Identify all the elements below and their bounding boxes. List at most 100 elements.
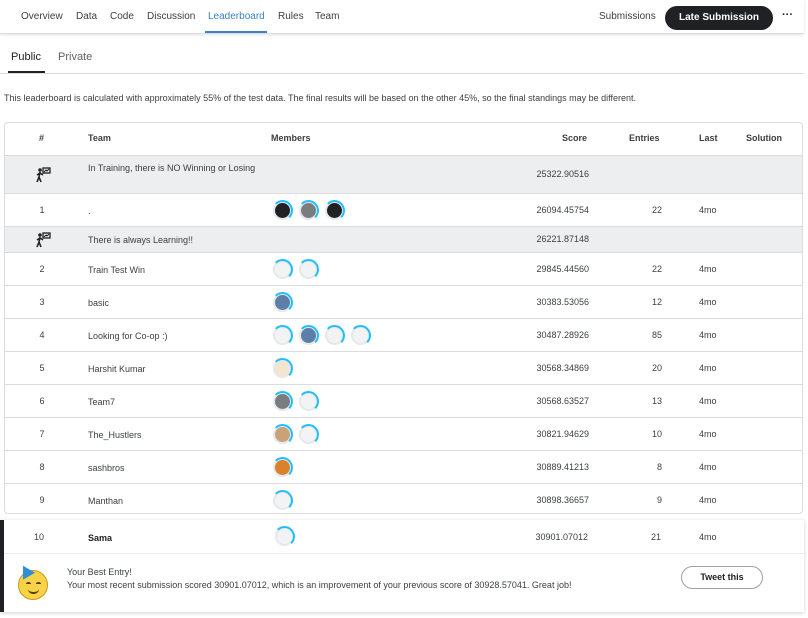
tweet-button[interactable]: Tweet this [681, 566, 763, 589]
score: 30889.41213 [536, 462, 589, 472]
leaderboard-table: # Team Members Score Entries Last Soluti… [4, 122, 803, 514]
benchmark-row[interactable]: In Training, there is NO Winning or Losi… [5, 155, 802, 193]
team-name[interactable]: sashbros [88, 462, 258, 475]
late-submission-button[interactable]: Late Submission [665, 6, 773, 30]
rank: 9 [39, 495, 45, 505]
team-name[interactable]: The_Hustlers [88, 429, 258, 442]
member-avatars [274, 526, 295, 547]
table-row[interactable]: 10 Sama 30901.07012 21 4mo [4, 520, 804, 553]
team-name[interactable]: Train Test Win [88, 264, 258, 277]
best-entry-title: Your Best Entry! [67, 567, 132, 577]
last-submission: 4mo [699, 462, 717, 472]
team-name[interactable]: Team7 [88, 396, 258, 409]
active-tab-indicator [205, 31, 267, 33]
last-submission: 4mo [699, 330, 717, 340]
entries: 21 [650, 532, 661, 542]
avatar[interactable] [324, 200, 345, 221]
last-submission: 4mo [699, 495, 717, 505]
avatar[interactable] [272, 259, 293, 280]
header-last: Last [699, 133, 718, 143]
entries: 22 [651, 205, 662, 215]
table-row[interactable]: 5 Harshit Kumar 30568.34869 20 4mo [5, 351, 802, 384]
benchmark-row[interactable]: There is always Learning!! 26221.87148 [5, 226, 802, 252]
team-name[interactable]: There is always Learning!! [88, 234, 258, 247]
avatar[interactable] [298, 325, 319, 346]
team-name[interactable]: In Training, there is NO Winning or Losi… [88, 162, 258, 175]
team-name[interactable]: . [88, 205, 258, 218]
avatar[interactable] [272, 358, 293, 379]
team-name[interactable]: Harshit Kumar [88, 363, 258, 376]
more-icon[interactable]: ··· [782, 9, 793, 21]
avatar[interactable] [272, 457, 293, 478]
header-members: Members [271, 133, 311, 143]
entries: 8 [656, 462, 662, 472]
score: 25322.90516 [536, 169, 589, 179]
team-name[interactable]: Sama [88, 532, 258, 545]
entries: 22 [651, 264, 662, 274]
table-row[interactable]: 1. 26094.45754 22 4mo [5, 193, 802, 226]
table-row[interactable]: 7 The_Hustlers 30821.94629 10 4mo [5, 417, 802, 450]
score: 30898.36657 [536, 495, 589, 505]
member-avatars [272, 457, 293, 478]
tab-rules[interactable]: Rules [278, 11, 304, 22]
table-row[interactable]: 2 Train Test Win 29845.44560 22 4mo [5, 252, 802, 285]
rank: 8 [39, 462, 45, 472]
last-submission: 4mo [699, 532, 717, 542]
team-name[interactable]: Looking for Co-op :) [88, 330, 258, 343]
entries: 10 [651, 429, 662, 439]
member-avatars [272, 200, 345, 221]
submissions-link[interactable]: Submissions [599, 11, 656, 22]
avatar[interactable] [272, 292, 293, 313]
avatar[interactable] [298, 200, 319, 221]
tab-private[interactable]: Private [58, 51, 92, 63]
avatar[interactable] [272, 325, 293, 346]
avatar[interactable] [272, 200, 293, 221]
team-name[interactable]: Manthan [88, 495, 258, 508]
tab-team[interactable]: Team [315, 11, 339, 22]
last-submission: 4mo [699, 363, 717, 373]
table-row[interactable]: 4 Looking for Co-op :) 30487.28926 85 4mo [5, 318, 802, 351]
avatar[interactable] [298, 424, 319, 445]
avatar[interactable] [298, 391, 319, 412]
tab-code[interactable]: Code [110, 11, 134, 22]
header-score[interactable]: Score [562, 133, 587, 143]
table-header: # Team Members Score Entries Last Soluti… [5, 123, 802, 155]
table-row[interactable]: 3 basic 30383.53056 12 4mo [5, 285, 802, 318]
member-avatars [272, 358, 293, 379]
avatar[interactable] [298, 259, 319, 280]
avatar[interactable] [274, 526, 295, 547]
last-submission: 4mo [699, 429, 717, 439]
avatar[interactable] [324, 325, 345, 346]
avatar[interactable] [272, 391, 293, 412]
celebrate-emoji-icon [16, 562, 48, 600]
rank: 4 [39, 330, 45, 340]
entries: 85 [651, 330, 662, 340]
table-row[interactable]: 9 Manthan 30898.36657 9 4mo [5, 483, 802, 513]
your-entry-row: 10 Sama 30901.07012 21 4mo Your Best Ent… [0, 520, 804, 612]
score: 30901.07012 [535, 532, 588, 542]
avatar[interactable] [350, 325, 371, 346]
tab-overview[interactable]: Overview [21, 11, 63, 22]
avatar[interactable] [272, 490, 293, 511]
score: 30568.63527 [536, 396, 589, 406]
member-avatars [272, 391, 319, 412]
score: 26094.45754 [536, 205, 589, 215]
avatar[interactable] [272, 424, 293, 445]
tab-data[interactable]: Data [76, 11, 97, 22]
rank: 5 [39, 363, 45, 373]
tab-discussion[interactable]: Discussion [147, 11, 195, 22]
active-subtab-indicator [8, 71, 45, 73]
rank: 7 [39, 429, 45, 439]
last-submission: 4mo [699, 396, 717, 406]
tab-public[interactable]: Public [11, 51, 41, 63]
header-entries: Entries [629, 133, 660, 143]
table-row[interactable]: 8 sashbros 30889.41213 8 4mo [5, 450, 802, 483]
benchmark-icon [35, 232, 51, 248]
entries: 20 [651, 363, 662, 373]
best-entry-message: Your most recent submission scored 30901… [67, 580, 572, 590]
tab-leaderboard[interactable]: Leaderboard [208, 11, 265, 22]
table-row[interactable]: 6 Team7 30568.63527 13 4mo [5, 384, 802, 417]
member-avatars [272, 259, 319, 280]
member-avatars [272, 490, 293, 511]
team-name[interactable]: basic [88, 297, 258, 310]
